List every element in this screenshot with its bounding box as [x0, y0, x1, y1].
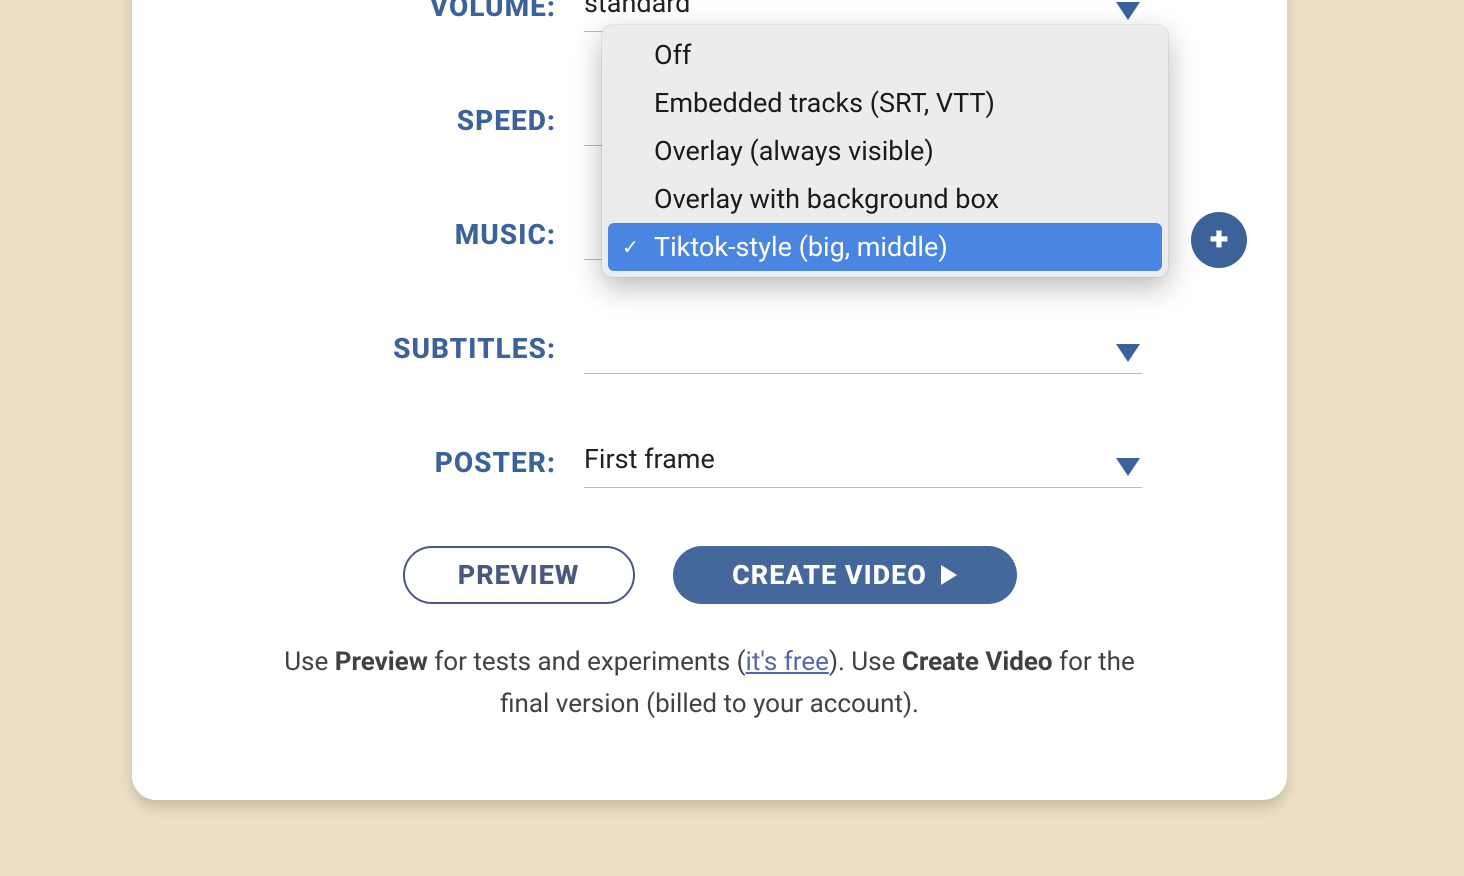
action-buttons: PREVIEW CREATE VIDEO [132, 546, 1287, 604]
poster-value: First frame [584, 436, 1142, 488]
poster-row: POSTER: First frame [132, 436, 1287, 488]
volume-label: VOLUME: [132, 0, 584, 23]
chevron-down-icon [1116, 2, 1140, 20]
subtitles-option-overlay-box[interactable]: Overlay with background box [608, 175, 1162, 223]
settings-card: VOLUME: standard SPEED: MUSIC: ✚ SUBTITL… [132, 0, 1287, 800]
subtitles-option-embedded[interactable]: Embedded tracks (SRT, VTT) [608, 79, 1162, 127]
subtitles-select[interactable] [584, 322, 1142, 374]
poster-label: POSTER: [132, 446, 584, 479]
check-icon: ✓ [622, 235, 639, 259]
preview-button[interactable]: PREVIEW [403, 546, 635, 604]
chevron-down-icon [1116, 344, 1140, 362]
poster-select[interactable]: First frame [584, 436, 1142, 488]
subtitles-dropdown[interactable]: Off Embedded tracks (SRT, VTT) Overlay (… [602, 25, 1168, 277]
hint-text: Use Preview for tests and experiments (i… [132, 642, 1287, 725]
subtitles-label: SUBTITLES: [132, 332, 584, 365]
subtitles-value [584, 322, 1142, 374]
chevron-down-icon [1116, 458, 1140, 476]
add-music-button[interactable]: ✚ [1191, 212, 1247, 268]
subtitles-option-off[interactable]: Off [608, 31, 1162, 79]
speed-label: SPEED: [132, 104, 584, 137]
preview-button-label: PREVIEW [458, 559, 580, 591]
its-free-link[interactable]: it's free [746, 647, 829, 677]
plus-icon: ✚ [1210, 228, 1228, 253]
create-video-button-label: CREATE VIDEO [732, 559, 927, 591]
subtitles-option-overlay[interactable]: Overlay (always visible) [608, 127, 1162, 175]
subtitles-row: SUBTITLES: [132, 322, 1287, 374]
create-video-button[interactable]: CREATE VIDEO [673, 546, 1017, 604]
music-label: MUSIC: [132, 218, 584, 251]
play-icon [941, 565, 957, 585]
subtitles-option-tiktok[interactable]: ✓ Tiktok-style (big, middle) [608, 223, 1162, 271]
